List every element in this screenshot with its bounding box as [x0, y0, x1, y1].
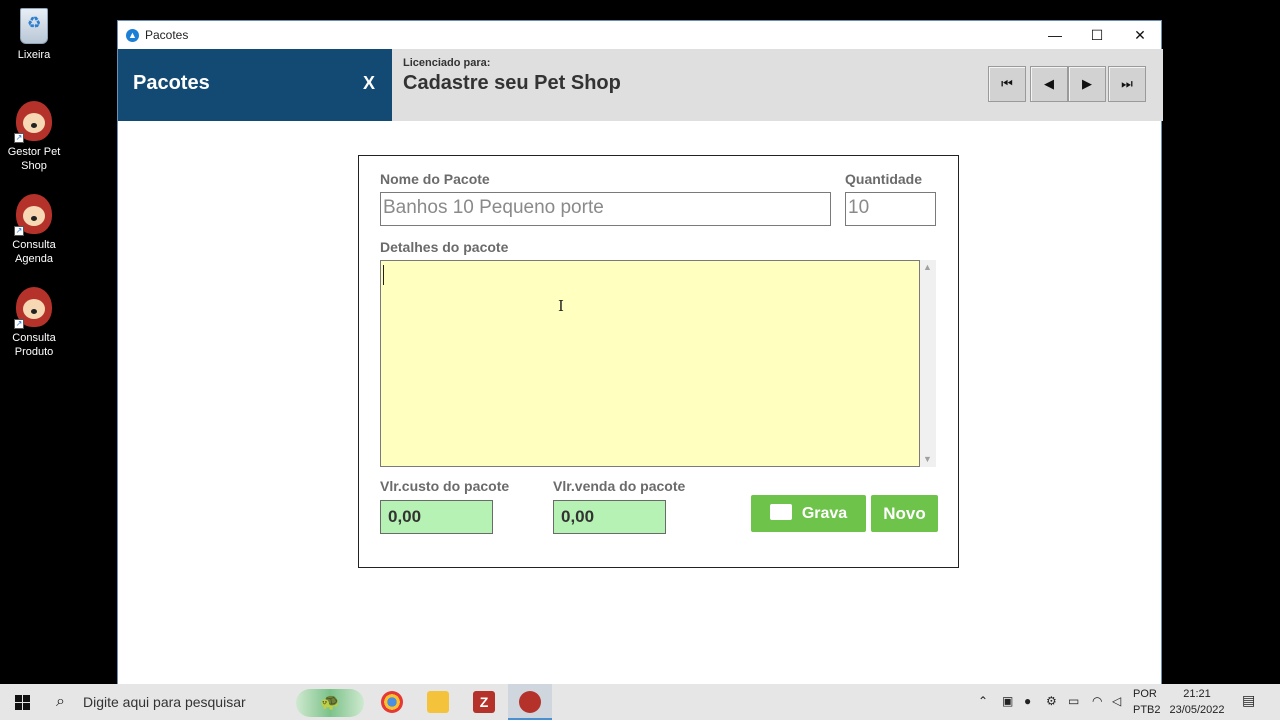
recycle-bin-icon	[20, 8, 48, 44]
skip-last-icon: ⏭	[1121, 76, 1133, 91]
package-name-input[interactable]: Banhos 10 Pequeno porte	[380, 192, 831, 226]
desktop-icon-label: Consulta Agenda	[12, 239, 56, 265]
close-window-button[interactable]: ✕	[1119, 21, 1161, 49]
taskbar-active-app[interactable]	[508, 684, 552, 720]
search-icon: ⌕	[56, 693, 65, 710]
cost-label: Vlr.custo do pacote	[380, 478, 510, 494]
details-label: Detalhes do pacote	[380, 239, 509, 255]
first-record-button[interactable]: ⏮	[988, 66, 1026, 102]
window-title: Pacotes	[145, 28, 189, 42]
shortcut-arrow-icon: ↗	[14, 133, 24, 143]
form-header: Pacotes X Licenciado para: Cadastre seu …	[118, 49, 1163, 121]
minimize-button[interactable]: —	[1034, 21, 1076, 49]
volume-icon[interactable]: ◁	[1112, 694, 1121, 708]
previous-record-button[interactable]: ◀	[1030, 66, 1068, 102]
taskbar: ⌕ Digite aqui para pesquisar 🐢 Z ⌃ ▣ ● ⚙…	[0, 684, 1280, 720]
desktop-icon-gestor-pet-shop[interactable]: ↗ Gestor Pet Shop	[4, 101, 64, 173]
last-record-button[interactable]: ⏭	[1108, 66, 1146, 102]
windows-logo-part	[15, 703, 22, 710]
taskbar-search-input[interactable]: Digite aqui para pesquisar	[83, 694, 246, 710]
clock-date: 23/05/2022	[1169, 704, 1225, 716]
file-explorer-icon[interactable]	[427, 691, 449, 713]
package-name-label: Nome do Pacote	[380, 171, 490, 187]
save-button-label: Grava	[801, 505, 848, 522]
dog-app-icon: ↗	[14, 101, 52, 143]
form-title: Pacotes	[133, 72, 210, 94]
upload-folder-icon	[769, 503, 792, 520]
desktop-icon-label: Consulta Produto	[12, 332, 56, 358]
desktop-icon-label: Gestor Pet Shop	[7, 146, 61, 172]
sale-input[interactable]: 0,00	[553, 500, 666, 534]
start-button[interactable]	[0, 684, 44, 720]
microphone-icon[interactable]: ●	[1024, 694, 1031, 708]
dog-app-icon: ↗	[14, 194, 52, 236]
dog-app-icon: ↗	[14, 287, 52, 329]
desktop-icon-recycle-bin[interactable]: Lixeira	[4, 8, 64, 62]
arrow-right-icon: ▶	[1082, 76, 1092, 91]
keyboard-layout: PTB2	[1133, 704, 1161, 716]
license-label: Licenciado para:	[403, 57, 491, 69]
text-caret	[383, 265, 384, 285]
windows-logo-part	[23, 695, 30, 702]
scroll-down-icon[interactable]: ▼	[923, 454, 932, 464]
settings-icon[interactable]: ⚙	[1046, 694, 1057, 708]
scroll-up-icon[interactable]: ▲	[923, 262, 932, 272]
arrow-left-icon: ◀	[1044, 76, 1054, 91]
desktop-icon-consulta-produto[interactable]: ↗ Consulta Produto	[4, 287, 64, 359]
clock[interactable]: 21:21 23/05/2022	[1168, 686, 1226, 718]
windows-logo-part	[23, 703, 30, 710]
header-title-block: Pacotes X	[118, 49, 392, 121]
network-device-icon[interactable]: ▣	[1002, 694, 1013, 708]
language-indicator[interactable]: POR PTB2	[1133, 686, 1161, 718]
quantity-label: Quantidade	[845, 171, 923, 187]
dog-app-icon	[519, 691, 541, 713]
new-button[interactable]: Novo	[871, 495, 938, 532]
details-textarea[interactable]: I	[380, 260, 920, 467]
shortcut-arrow-icon: ↗	[14, 319, 24, 329]
clock-time: 21:21	[1183, 688, 1211, 700]
sale-label: Vlr.venda do pacote	[553, 478, 686, 494]
package-form-panel: Nome do Pacote Banhos 10 Pequeno porte Q…	[358, 155, 959, 568]
filezilla-icon[interactable]: Z	[473, 691, 495, 713]
title-bar[interactable]: ▲ Pacotes — ☐ ✕	[118, 21, 1161, 49]
app-logo-icon: ▲	[126, 28, 139, 42]
details-scrollbar[interactable]: ▲ ▼	[920, 260, 936, 467]
chevron-up-icon[interactable]: ⌃	[978, 694, 988, 708]
close-form-button[interactable]: X	[363, 73, 375, 94]
notifications-icon[interactable]: ▤	[1242, 692, 1255, 709]
shortcut-arrow-icon: ↗	[14, 226, 24, 236]
wifi-icon[interactable]: ◠	[1092, 694, 1102, 708]
license-name: Cadastre seu Pet Shop	[403, 72, 621, 94]
battery-icon[interactable]: ▭	[1068, 694, 1079, 708]
desktop-icon-consulta-agenda[interactable]: ↗ Consulta Agenda	[4, 194, 64, 266]
desktop-icon-label: Lixeira	[17, 49, 51, 61]
pacotes-window: ▲ Pacotes — ☐ ✕ Pacotes X Licenciado par…	[117, 20, 1163, 691]
new-button-label: Novo	[883, 504, 926, 523]
next-record-button[interactable]: ▶	[1068, 66, 1106, 102]
skip-first-icon: ⏮	[1001, 76, 1013, 91]
quantity-input[interactable]: 10	[845, 192, 936, 226]
search-highlight-image[interactable]: 🐢	[296, 689, 364, 717]
chrome-icon[interactable]	[381, 691, 403, 713]
save-button[interactable]: Grava	[751, 495, 866, 532]
maximize-button[interactable]: ☐	[1076, 21, 1118, 49]
windows-logo-icon	[15, 695, 22, 702]
text-cursor-icon: I	[558, 297, 564, 315]
language-code: POR	[1133, 688, 1157, 700]
cost-input[interactable]: 0,00	[380, 500, 493, 534]
